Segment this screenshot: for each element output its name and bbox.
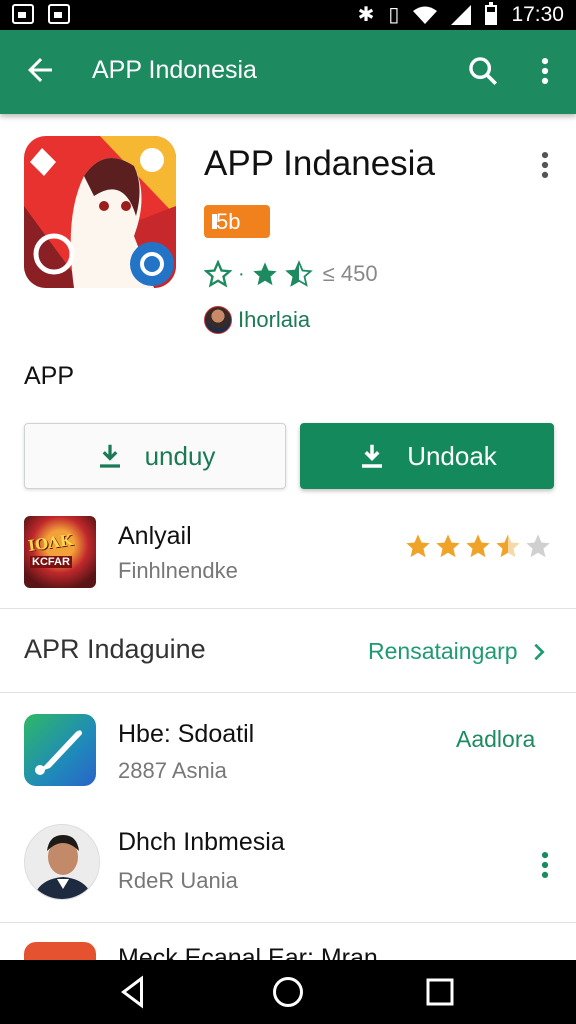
rating-separator: · xyxy=(238,262,245,285)
app-name: APP Indanesia xyxy=(204,144,435,183)
rating-count: ≤ 450 xyxy=(322,261,378,286)
vibrate-icon: ▯ xyxy=(388,4,400,26)
star-filled-icon xyxy=(406,534,430,558)
featured-icon-text-bottom: KCFAR xyxy=(30,556,72,568)
section-link-label: Rensataingarp xyxy=(368,638,518,664)
star-outline-icon xyxy=(204,260,232,288)
star-half-icon xyxy=(496,534,520,558)
list-item-subtitle: 2887 Asnia xyxy=(118,758,227,783)
signal-icon xyxy=(451,5,472,25)
nav-back-icon[interactable] xyxy=(116,974,152,1010)
list-item-title[interactable]: Dhch Inbmesia xyxy=(118,828,285,857)
secondary-download-label: unduy xyxy=(144,440,216,471)
nav-home-icon[interactable] xyxy=(270,974,306,1010)
app-icon xyxy=(24,136,176,288)
list-item-avatar[interactable] xyxy=(24,824,100,900)
battery-icon xyxy=(485,2,498,25)
nav-recents-icon[interactable] xyxy=(422,974,458,1010)
featured-icon-text-top: ΙΟΛΚ xyxy=(26,530,74,556)
featured-app-icon[interactable]: ΙΟΛΚ KCFAR xyxy=(24,516,96,588)
navigation-bar xyxy=(0,960,576,1024)
secondary-download-button[interactable]: unduy xyxy=(24,423,286,489)
developer-avatar xyxy=(204,306,232,334)
download-icon xyxy=(99,444,120,468)
gallery-notification-icon xyxy=(12,4,34,24)
photo-notification-icon xyxy=(48,4,70,24)
divider xyxy=(0,608,576,609)
person-photo xyxy=(25,825,99,899)
section-more-link[interactable]: Rensataingarp xyxy=(368,638,550,665)
list-item-app-icon[interactable] xyxy=(24,714,96,786)
developer-name[interactable]: Ihorlaia xyxy=(238,307,310,333)
list-item-title[interactable]: Hbe: Sdoatil xyxy=(118,720,254,749)
content-rating-badge: 5b xyxy=(204,205,270,238)
app-more-icon[interactable] xyxy=(528,148,562,182)
star-filled-icon xyxy=(436,534,460,558)
status-time: 17:30 xyxy=(511,3,564,26)
divider xyxy=(0,692,576,693)
featured-app-subtitle: Finhlnendke xyxy=(118,558,238,583)
divider xyxy=(0,922,576,923)
section-title: APR Indaguine xyxy=(24,634,206,664)
brush-icon xyxy=(35,730,82,775)
wifi-icon xyxy=(413,6,438,24)
list-item-app-icon[interactable] xyxy=(24,942,96,962)
primary-download-button[interactable]: Undoak xyxy=(300,423,554,489)
chevron-right-icon xyxy=(533,643,545,660)
list-item-title[interactable]: Meck Ecanal Ear: Mran xyxy=(118,944,378,960)
star-empty-icon xyxy=(526,534,550,558)
star-half-icon xyxy=(284,260,313,287)
back-arrow-icon[interactable] xyxy=(22,52,58,88)
primary-download-label: Undoak xyxy=(407,440,497,471)
bluetooth-icon: ✱ xyxy=(357,4,375,26)
list-item-action[interactable]: Aadlora xyxy=(456,726,535,753)
star-filled-icon xyxy=(253,262,277,286)
star-filled-icon xyxy=(466,534,490,558)
more-vert-icon[interactable] xyxy=(528,54,562,88)
app-bar-title: APP Indonesia xyxy=(92,56,257,84)
developer-row[interactable]: Ihorlaia xyxy=(204,306,310,334)
list-item-more-icon[interactable] xyxy=(528,848,562,882)
status-bar: ✱ ▯ 17:30 xyxy=(0,0,576,30)
featured-rating-stars xyxy=(404,532,552,560)
rating-row: · ≤ 450 xyxy=(204,258,378,290)
app-section-label: APP xyxy=(24,362,75,390)
app-bar: APP Indonesia xyxy=(0,30,576,114)
list-item-subtitle: RdeR Uania xyxy=(118,868,238,893)
featured-app-title[interactable]: Anlyail xyxy=(118,522,192,551)
download-icon xyxy=(362,444,383,468)
search-icon[interactable] xyxy=(466,54,500,88)
